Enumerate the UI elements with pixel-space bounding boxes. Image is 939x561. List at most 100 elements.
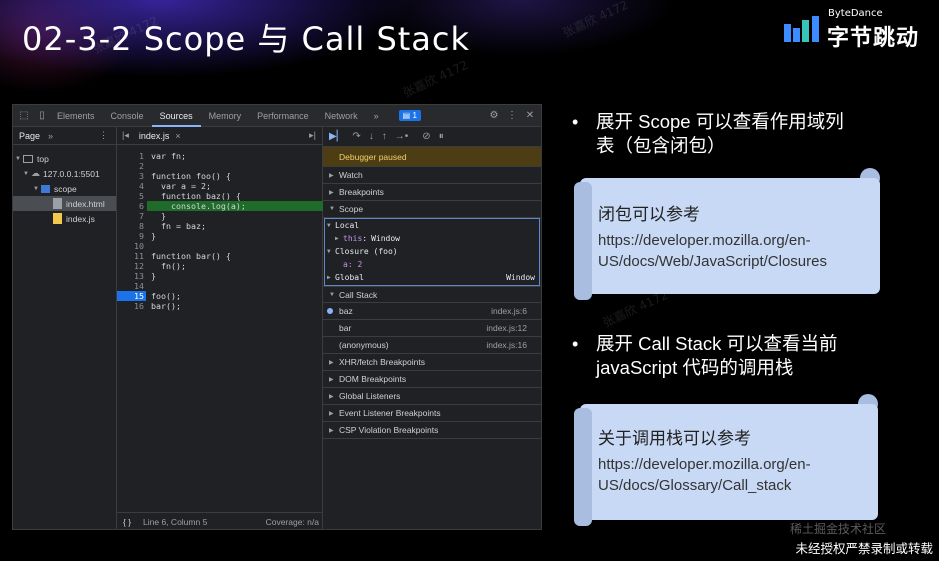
frame-location[interactable]: index.js:6 <box>491 306 527 316</box>
settings-gear-icon[interactable]: ⚙ <box>487 109 501 123</box>
code-text: fn = baz; <box>151 221 206 231</box>
kebab-menu-icon[interactable]: ⋮ <box>505 109 519 123</box>
scope-global[interactable]: ▶ Global Window <box>325 271 539 284</box>
line-number[interactable]: 3 <box>117 171 146 181</box>
file-tab-index-js[interactable]: index.js <box>135 131 174 141</box>
code-line[interactable]: 15 foo(); <box>117 291 323 301</box>
frame-location[interactable]: index.js:16 <box>486 340 527 350</box>
line-number[interactable]: 16 <box>117 301 146 311</box>
section-global-listeners[interactable]: ▶ Global Listeners <box>323 388 541 405</box>
section-dom-breakpoints[interactable]: ▶ DOM Breakpoints <box>323 371 541 388</box>
tab-sources[interactable]: Sources <box>151 105 201 127</box>
issues-badge[interactable]: ▤ 1 <box>398 110 421 121</box>
closures-ref-url-line1[interactable]: https://developer.mozilla.org/en- <box>598 230 827 251</box>
breakpoint-line-number[interactable]: 15 <box>117 291 146 301</box>
scope-closure-label: Closure (foo) <box>335 247 398 256</box>
code-line-paused[interactable]: 6 console.log(a); <box>117 201 323 211</box>
pretty-print-button[interactable]: { } <box>123 517 131 527</box>
line-number[interactable]: 13 <box>117 271 146 281</box>
call-stack-ref-url-line2[interactable]: US/docs/Glossary/Call_stack <box>598 475 811 496</box>
line-number[interactable]: 1 <box>117 151 146 161</box>
tab-memory[interactable]: Memory <box>201 105 250 127</box>
tree-item-top[interactable]: ▼ top <box>13 151 116 166</box>
section-event-listener-breakpoints[interactable]: ▶ Event Listener Breakpoints <box>323 405 541 422</box>
line-number[interactable]: 11 <box>117 251 146 261</box>
step-icon[interactable]: →• <box>395 131 409 142</box>
code-line[interactable]: 5 function baz() { <box>117 191 323 201</box>
more-tabs-button[interactable]: » <box>366 105 387 127</box>
code-lines[interactable]: 1 var fn; 2 3 function foo() {4 var a = 2; 5 … <box>117 151 323 311</box>
code-line[interactable]: 2 <box>117 161 323 171</box>
pause-on-exceptions-icon[interactable]: ⏸ <box>439 131 444 142</box>
bullet-call-stack-line1: 展开 Call Stack 可以查看当前 <box>596 333 838 354</box>
scope-closure[interactable]: ▼ Closure (foo) <box>325 245 539 258</box>
call-stack-frame[interactable]: baz index.js:6 <box>323 303 541 320</box>
toggle-debugger-icon[interactable]: ▸| <box>309 130 316 141</box>
copyright-notice: 未经授权严禁录制或转载 <box>795 541 933 556</box>
line-number[interactable]: 10 <box>117 241 146 251</box>
deactivate-breakpoints-icon[interactable]: ⊘ <box>422 131 430 142</box>
section-label: DOM Breakpoints <box>339 374 407 384</box>
scope-this[interactable]: ▶ this : Window <box>325 232 539 245</box>
code-line[interactable]: 16 bar(); <box>117 301 323 311</box>
inspect-element-icon[interactable]: ⬚ <box>17 109 31 123</box>
toggle-navigator-icon[interactable]: |◂ <box>122 130 129 141</box>
tree-item-scope-folder[interactable]: ▼ scope <box>13 181 116 196</box>
file-navigator: Page » ⋮ ▼ top ▼ ☁ 127.0.0.1:5501 ▼ scop… <box>13 127 117 529</box>
frame-function: (anonymous) <box>339 340 389 350</box>
tab-console[interactable]: Console <box>103 105 152 127</box>
line-number[interactable]: 2 <box>117 161 146 171</box>
tree-item-label: index.html <box>66 198 105 209</box>
navigator-menu-icon[interactable]: ⋮ <box>99 130 108 141</box>
step-out-icon[interactable]: ↑ <box>382 131 387 142</box>
code-line[interactable]: 12 fn(); <box>117 261 323 271</box>
navigator-more-button[interactable]: » <box>48 131 53 141</box>
frame-location[interactable]: index.js:12 <box>486 323 527 333</box>
code-line[interactable]: 1 var fn; <box>117 151 323 161</box>
line-number[interactable]: 4 <box>117 181 146 191</box>
section-csp-violation-breakpoints[interactable]: ▶ CSP Violation Breakpoints <box>323 422 541 439</box>
closures-ref-url-line2[interactable]: US/docs/Web/JavaScript/Closures <box>598 251 827 272</box>
debugger-toolbar: ▶▏ ↷ ↓ ↑ →• ⊘ ⏸ <box>323 127 541 147</box>
close-tab-icon[interactable]: × <box>175 131 180 141</box>
section-call-stack[interactable]: ▼ Call Stack <box>323 286 541 303</box>
code-line[interactable]: 14 <box>117 281 323 291</box>
section-watch[interactable]: ▶ Watch <box>323 167 541 184</box>
scope-closure-var[interactable]: a: 2 <box>325 258 539 271</box>
line-number[interactable]: 9 <box>117 231 146 241</box>
code-line[interactable]: 10 <box>117 241 323 251</box>
tree-item-host[interactable]: ▼ ☁ 127.0.0.1:5501 <box>13 166 116 181</box>
tab-elements[interactable]: Elements <box>49 105 103 127</box>
scope-local[interactable]: ▼ Local <box>325 219 539 232</box>
step-into-icon[interactable]: ↓ <box>369 131 374 142</box>
code-line[interactable]: 8 fn = baz; <box>117 221 323 231</box>
code-line[interactable]: 4 var a = 2; <box>117 181 323 191</box>
tab-performance[interactable]: Performance <box>249 105 317 127</box>
device-toolbar-icon[interactable]: ▯ <box>35 109 49 123</box>
line-number[interactable]: 7 <box>117 211 146 221</box>
call-stack-frame[interactable]: bar index.js:12 <box>323 320 541 337</box>
section-xhr-breakpoints[interactable]: ▶ XHR/fetch Breakpoints <box>323 354 541 371</box>
section-scope[interactable]: ▼ Scope <box>323 201 541 218</box>
step-over-icon[interactable]: ↷ <box>352 131 360 142</box>
code-line[interactable]: 3 function foo() { <box>117 171 323 181</box>
tree-item-index-html[interactable]: index.html <box>13 196 116 211</box>
line-number[interactable]: 14 <box>117 281 146 291</box>
tab-network[interactable]: Network <box>317 105 366 127</box>
tree-item-index-js[interactable]: index.js <box>13 211 116 226</box>
line-number[interactable]: 8 <box>117 221 146 231</box>
code-line[interactable]: 9} <box>117 231 323 241</box>
expand-triangle-icon: ▼ <box>327 248 331 255</box>
call-stack-ref-url-line1[interactable]: https://developer.mozilla.org/en- <box>598 454 811 475</box>
code-line[interactable]: 13} <box>117 271 323 281</box>
resume-icon[interactable]: ▶▏ <box>329 131 344 142</box>
code-line[interactable]: 7 } <box>117 211 323 221</box>
line-number[interactable]: 12 <box>117 261 146 271</box>
line-number[interactable]: 6 <box>117 201 146 211</box>
call-stack-frame[interactable]: (anonymous) index.js:16 <box>323 337 541 354</box>
code-line[interactable]: 11 function bar() { <box>117 251 323 261</box>
navigator-page-tab[interactable]: Page <box>19 131 40 141</box>
line-number[interactable]: 5 <box>117 191 146 201</box>
close-icon[interactable]: ✕ <box>523 109 537 123</box>
section-breakpoints[interactable]: ▶ Breakpoints <box>323 184 541 201</box>
